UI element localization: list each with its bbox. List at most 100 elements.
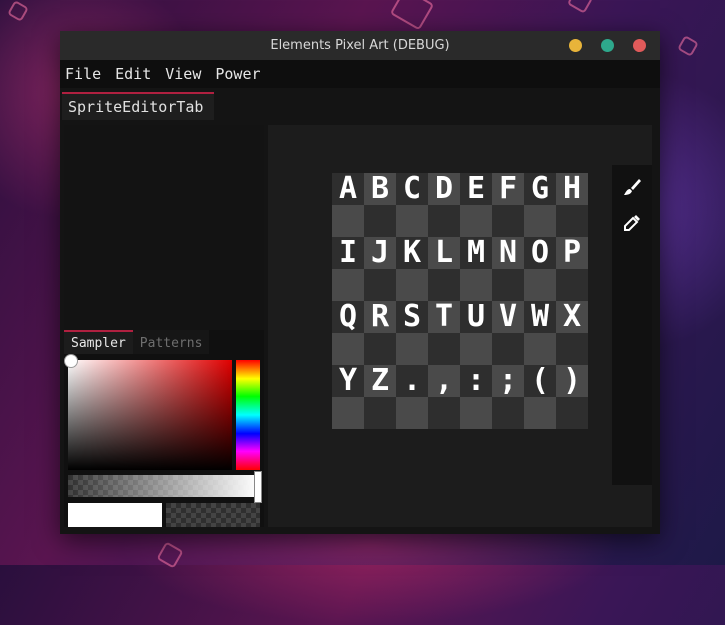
canvas-cell[interactable] — [396, 269, 428, 301]
sampler-tabs: Sampler Patterns — [64, 330, 264, 354]
maximize-button[interactable] — [601, 39, 614, 52]
close-button[interactable] — [633, 39, 646, 52]
glyph: B — [370, 171, 390, 206]
glyph: J — [370, 235, 390, 270]
menu-view[interactable]: View — [160, 65, 206, 83]
glyph: A — [338, 171, 358, 206]
canvas-cell[interactable] — [556, 269, 588, 301]
alpha-handle[interactable] — [254, 471, 262, 503]
secondary-color-swatch[interactable] — [166, 503, 260, 527]
glyph: , — [434, 363, 454, 398]
tool-bar — [612, 165, 652, 485]
canvas-cell[interactable] — [332, 205, 364, 237]
layers-panel — [64, 125, 264, 330]
picker-handle[interactable] — [64, 354, 78, 368]
canvas-cell[interactable] — [492, 397, 524, 429]
left-panel: Sampler Patterns — [64, 125, 264, 527]
tab-patterns[interactable]: Patterns — [132, 330, 210, 354]
glyph: : — [466, 363, 486, 398]
glyph: E — [466, 171, 486, 206]
canvas-cell[interactable] — [524, 205, 556, 237]
glyph: K — [402, 235, 422, 270]
glyph: Y — [338, 363, 358, 398]
glyph: Z — [370, 363, 390, 398]
minimize-button[interactable] — [569, 39, 582, 52]
saturation-value-picker[interactable] — [64, 354, 232, 470]
glyph: . — [402, 363, 422, 398]
canvas-cell[interactable] — [524, 397, 556, 429]
glyph: P — [562, 235, 582, 270]
menu-edit[interactable]: Edit — [110, 65, 156, 83]
canvas-cell[interactable] — [428, 333, 460, 365]
background-hexagon — [566, 0, 594, 14]
glyph: S — [402, 299, 422, 334]
canvas-cell[interactable] — [556, 205, 588, 237]
menu-bar: File Edit View Power — [60, 60, 660, 88]
glyph: F — [498, 171, 518, 206]
canvas-cell[interactable] — [364, 397, 396, 429]
glyph: ; — [498, 363, 518, 398]
canvas-cell[interactable] — [556, 333, 588, 365]
glyph: ( — [530, 363, 550, 398]
brush-icon[interactable] — [620, 175, 644, 199]
glyph-row: ABCDEFGH — [332, 173, 588, 205]
canvas-cell[interactable] — [428, 397, 460, 429]
canvas-cell[interactable] — [332, 269, 364, 301]
glyph: C — [402, 171, 422, 206]
canvas-cell[interactable] — [364, 333, 396, 365]
canvas-cell[interactable] — [364, 269, 396, 301]
glyph: O — [530, 235, 550, 270]
window-title: Elements Pixel Art (DEBUG) — [270, 38, 450, 53]
canvas-cell[interactable] — [460, 269, 492, 301]
menu-file[interactable]: File — [60, 65, 106, 83]
tab-sampler[interactable]: Sampler — [64, 330, 133, 354]
glyph: D — [434, 171, 454, 206]
eyedropper-icon[interactable] — [620, 211, 644, 235]
background-hexagon — [677, 35, 699, 57]
glyph: U — [466, 299, 486, 334]
glyph: Q — [338, 299, 358, 334]
glyph: T — [434, 299, 454, 334]
glyph: L — [434, 235, 454, 270]
canvas-cell[interactable] — [524, 333, 556, 365]
canvas-cell[interactable] — [460, 333, 492, 365]
glyph: N — [498, 235, 518, 270]
canvas-cell[interactable] — [332, 333, 364, 365]
glyph: W — [530, 299, 550, 334]
glyph: H — [562, 171, 582, 206]
glyph-row: IJKLMNOP — [332, 237, 588, 269]
background-hexagon — [389, 0, 435, 31]
canvas-cell[interactable] — [492, 269, 524, 301]
sprite-canvas[interactable]: A B C D E F G H I J K L M N O P Q R S T U V W X Y Z.,:; () — [332, 173, 588, 429]
canvas-cell[interactable] — [396, 397, 428, 429]
hue-slider[interactable] — [236, 360, 260, 470]
canvas-cell[interactable] — [524, 269, 556, 301]
app-window: Elements Pixel Art (DEBUG) File Edit Vie… — [60, 31, 660, 534]
glyph: V — [498, 299, 518, 334]
canvas-cell[interactable] — [428, 205, 460, 237]
canvas-cell[interactable] — [460, 205, 492, 237]
glyph: R — [370, 299, 390, 334]
menu-power[interactable]: Power — [210, 65, 265, 83]
glyph: M — [466, 235, 486, 270]
canvas-cell[interactable] — [428, 269, 460, 301]
primary-color-swatch[interactable] — [68, 503, 162, 527]
canvas-area[interactable]: A B C D E F G H I J K L M N O P Q R S T U V W X Y Z.,:; () — [268, 125, 652, 527]
glyph-row: Y Z.,:; () — [332, 365, 588, 397]
canvas-cell[interactable] — [492, 333, 524, 365]
canvas-cell[interactable] — [396, 333, 428, 365]
glyph-row: QRSTUVWX — [332, 301, 588, 333]
glyph: X — [562, 299, 582, 334]
alpha-slider[interactable] — [68, 471, 262, 503]
canvas-cell[interactable] — [492, 205, 524, 237]
glyph: I — [338, 235, 358, 270]
glyph: G — [530, 171, 550, 206]
canvas-cell[interactable] — [396, 205, 428, 237]
canvas-cell[interactable] — [332, 397, 364, 429]
canvas-cell[interactable] — [460, 397, 492, 429]
title-bar[interactable]: Elements Pixel Art (DEBUG) — [60, 31, 660, 60]
tab-sprite-editor[interactable]: SpriteEditorTab — [62, 92, 214, 120]
canvas-cell[interactable] — [364, 205, 396, 237]
canvas-cell[interactable] — [556, 397, 588, 429]
glyph: ) — [562, 363, 582, 398]
